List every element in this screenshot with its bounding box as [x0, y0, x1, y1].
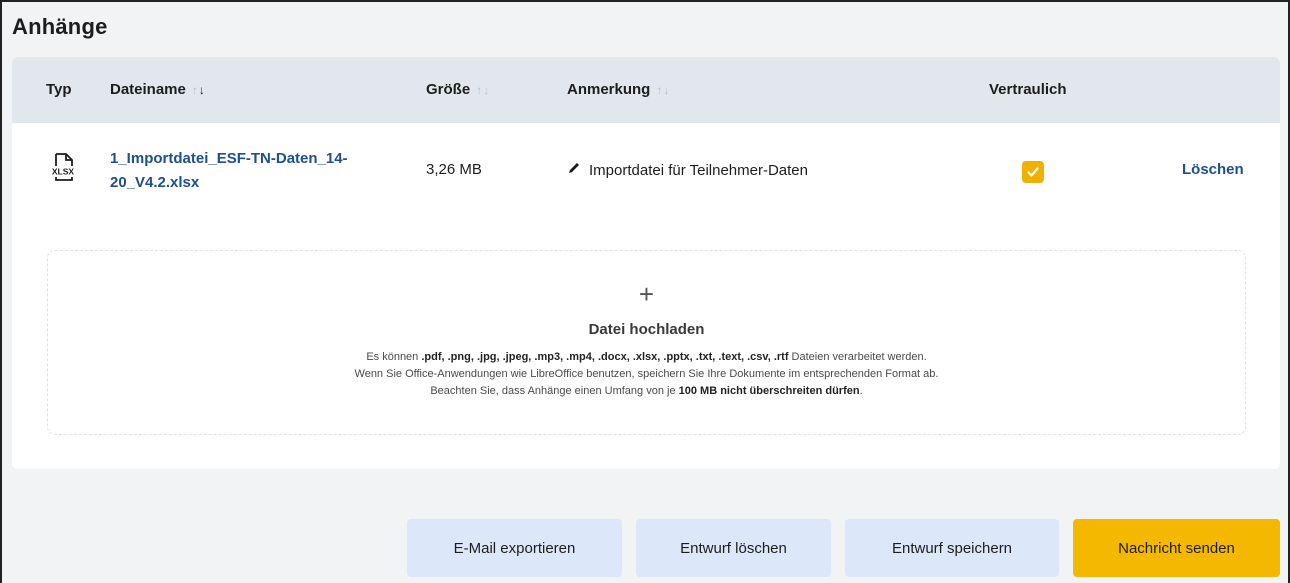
- table-header: Typ Dateiname ↑ ↓ Größe ↑ ↓ Anmerkung ↑ ↓ V…: [12, 57, 1280, 123]
- column-label-type: Typ: [46, 81, 72, 98]
- section-title: Anhänge: [12, 14, 108, 39]
- xlsx-file-icon: XLSX: [50, 152, 76, 182]
- attachment-note[interactable]: Importdatei für Teilnehmer-Daten: [567, 161, 808, 179]
- pencil-icon[interactable]: [567, 161, 581, 179]
- column-header-confidential: Vertraulich: [989, 81, 1067, 98]
- plus-icon: +: [638, 279, 655, 309]
- sort-icon[interactable]: ↑ ↓: [656, 83, 669, 97]
- column-header-filename[interactable]: Dateiname ↑ ↓: [110, 81, 205, 98]
- attachments-panel: Typ Dateiname ↑ ↓ Größe ↑ ↓ Anmerkung ↑ ↓ V…: [12, 57, 1280, 469]
- upload-hint: Es können .pdf, .png, .jpg, .jpeg, .mp3,…: [48, 349, 1245, 400]
- upload-hint-line3: Beachten Sie, dass Anhänge einen Umfang …: [430, 385, 863, 397]
- export-email-button[interactable]: E-Mail exportieren: [407, 519, 622, 577]
- checkmark-icon: [1027, 167, 1039, 177]
- confidential-checkbox[interactable]: [1022, 161, 1044, 183]
- svg-text:XLSX: XLSX: [52, 167, 75, 177]
- upload-hint-line1: Es können .pdf, .png, .jpg, .jpeg, .mp3,…: [366, 351, 927, 363]
- upload-hint-line2: Wenn Sie Office-Anwendungen wie LibreOff…: [354, 368, 939, 380]
- column-label-note: Anmerkung: [567, 81, 651, 98]
- column-label-filename: Dateiname: [110, 81, 186, 98]
- column-label-confidential: Vertraulich: [989, 81, 1067, 98]
- delete-attachment-link[interactable]: Löschen: [1182, 161, 1244, 178]
- column-header-note[interactable]: Anmerkung ↑ ↓: [567, 81, 669, 98]
- column-label-size: Größe: [426, 81, 471, 98]
- attachment-filename-link[interactable]: 1_Importdatei_ESF-TN-Daten_14-20_V4.2.xl…: [110, 147, 400, 195]
- upload-dropzone[interactable]: + Datei hochladen Es können .pdf, .png, …: [47, 250, 1246, 435]
- column-header-size[interactable]: Größe ↑ ↓: [426, 81, 489, 98]
- delete-draft-button[interactable]: Entwurf löschen: [636, 519, 831, 577]
- upload-title: Datei hochladen: [588, 321, 705, 338]
- attachment-size: 3,26 MB: [426, 161, 482, 178]
- column-header-type: Typ: [46, 81, 72, 98]
- sort-icon[interactable]: ↑ ↓: [476, 83, 489, 97]
- attachment-note-text: Importdatei für Teilnehmer-Daten: [589, 161, 808, 179]
- send-message-button[interactable]: Nachricht senden: [1073, 519, 1280, 577]
- sort-icon[interactable]: ↑ ↓: [192, 83, 205, 97]
- save-draft-button[interactable]: Entwurf speichern: [845, 519, 1059, 577]
